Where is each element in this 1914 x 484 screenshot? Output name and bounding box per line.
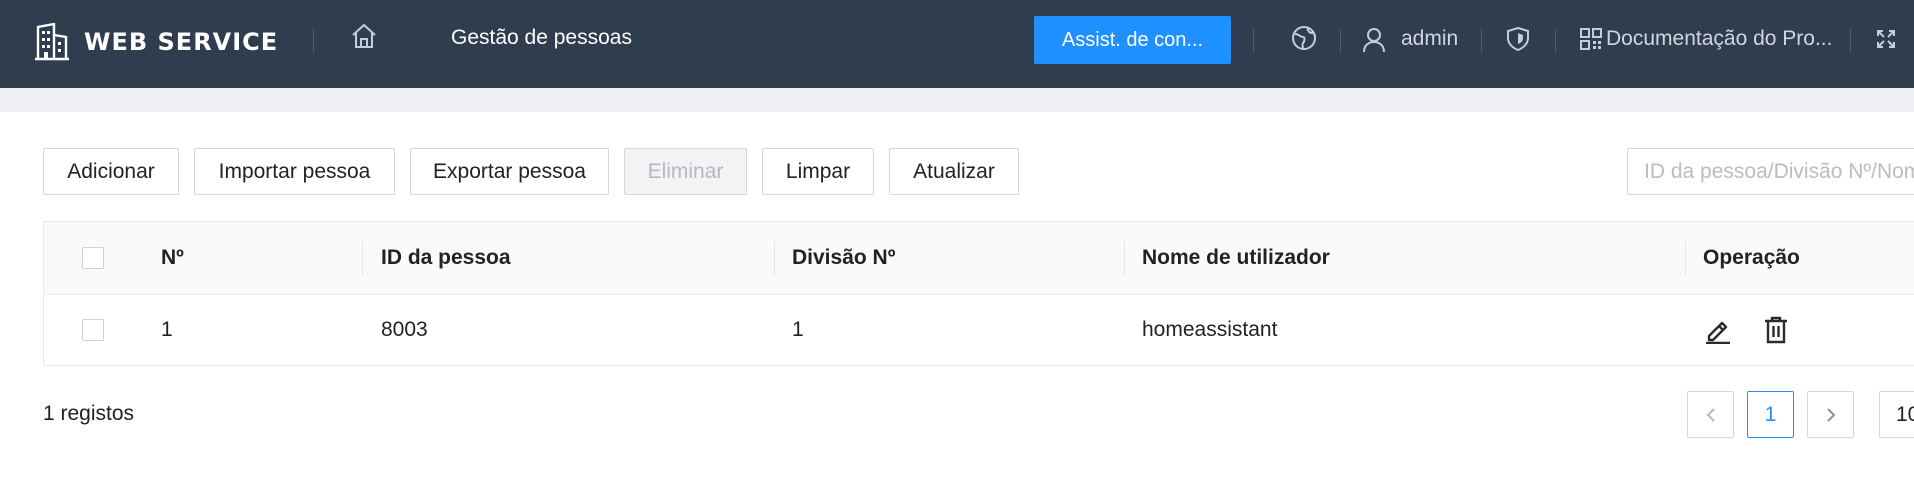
divider (1253, 29, 1254, 53)
logo: WEB SERVICE (34, 22, 278, 62)
logo-text: WEB SERVICE (84, 28, 279, 56)
chevron-left-icon (1706, 407, 1715, 422)
cell-room-no: 1 (792, 318, 804, 341)
row-select-cell (82, 294, 104, 366)
column-header-operation: Operação (1703, 246, 1800, 269)
divider (1555, 29, 1556, 53)
nav-title[interactable]: Gestão de pessoas (451, 26, 632, 50)
table-row: 1 8003 1 homeassistant (44, 294, 1914, 366)
column-header-no: Nº (161, 246, 184, 269)
top-bar: WEB SERVICE Gestão de pessoas Assist. de… (0, 0, 1914, 88)
page-size-select[interactable]: 10 (1879, 391, 1914, 438)
divider (313, 29, 314, 53)
row-checkbox[interactable] (82, 319, 104, 341)
globe-icon[interactable] (1291, 25, 1317, 51)
chevron-right-icon (1826, 407, 1835, 422)
record-count: 1 registos (43, 402, 135, 425)
column-divider (1685, 241, 1686, 275)
column-divider (1124, 241, 1125, 275)
divider (1850, 29, 1851, 53)
divider (1340, 29, 1341, 53)
divider (1481, 29, 1482, 53)
header-cell-select (82, 222, 104, 294)
trash-icon[interactable] (1764, 316, 1788, 344)
add-button[interactable]: Adicionar (43, 148, 179, 195)
qr-code-icon (1580, 28, 1602, 50)
next-page-button[interactable] (1807, 391, 1854, 438)
shield-icon[interactable] (1506, 26, 1530, 52)
search-input[interactable] (1627, 148, 1914, 195)
column-header-room-no: Divisão Nº (792, 246, 896, 269)
prev-page-button[interactable] (1687, 391, 1734, 438)
documentation-link[interactable]: Documentação do Pro... (1606, 27, 1832, 51)
page-size-value: 10 (1896, 402, 1914, 426)
column-divider (362, 241, 363, 275)
cell-no: 1 (161, 318, 173, 341)
cell-username: homeassistant (1142, 318, 1278, 341)
import-person-button[interactable]: Importar pessoa (194, 148, 395, 195)
clear-button[interactable]: Limpar (762, 148, 874, 195)
column-divider (774, 241, 775, 275)
cell-operation (1704, 294, 1788, 366)
page-number-button[interactable]: 1 (1747, 391, 1794, 438)
delete-button[interactable]: Eliminar (624, 148, 747, 195)
edit-icon[interactable] (1704, 316, 1732, 344)
content-header-strip (0, 88, 1914, 112)
cell-person-id: 8003 (381, 318, 428, 341)
assist-button[interactable]: Assist. de con... (1034, 16, 1231, 64)
person-table: Nº ID da pessoa Divisão Nº Nome de utili… (43, 221, 1914, 366)
export-person-button[interactable]: Exportar pessoa (410, 148, 609, 195)
select-all-checkbox[interactable] (82, 247, 104, 269)
user-icon (1363, 28, 1385, 53)
column-header-person-id: ID da pessoa (381, 246, 511, 269)
building-logo-icon (35, 23, 69, 61)
column-header-username: Nome de utilizador (1142, 246, 1330, 269)
table-header: Nº ID da pessoa Divisão Nº Nome de utili… (44, 222, 1914, 295)
refresh-button[interactable]: Atualizar (889, 148, 1019, 195)
fullscreen-icon[interactable] (1877, 30, 1895, 48)
user-name[interactable]: admin (1401, 27, 1458, 51)
home-icon[interactable] (350, 22, 378, 50)
